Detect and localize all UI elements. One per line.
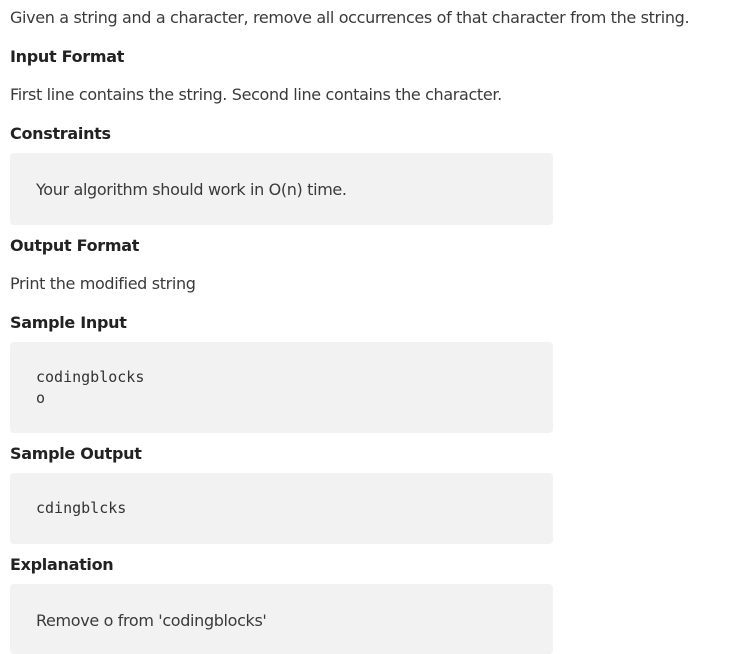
sample-input-line: codingblocks xyxy=(36,368,145,386)
sample-input-line: o xyxy=(36,389,46,407)
sample-output-line: cdingblcks xyxy=(36,499,127,517)
sample-output-heading: Sample Output xyxy=(10,444,142,463)
constraints-box: Your algorithm should work in O(n) time. xyxy=(10,153,553,225)
problem-statement: Given a string and a character, remove a… xyxy=(10,8,690,27)
explanation-box: Remove o from 'codingblocks' xyxy=(10,584,553,654)
constraints-text: Your algorithm should work in O(n) time. xyxy=(36,180,347,199)
explanation-heading: Explanation xyxy=(10,555,114,574)
sample-output-box: cdingblcks xyxy=(10,473,553,544)
input-format-text: First line contains the string. Second l… xyxy=(10,85,502,104)
input-format-heading: Input Format xyxy=(10,47,125,66)
explanation-text: Remove o from 'codingblocks' xyxy=(36,611,267,630)
sample-input-box: codingblocks o xyxy=(10,342,553,433)
sample-input-heading: Sample Input xyxy=(10,313,127,332)
output-format-heading: Output Format xyxy=(10,236,140,255)
constraints-heading: Constraints xyxy=(10,124,111,143)
output-format-text: Print the modified string xyxy=(10,274,196,293)
problem-page: Given a string and a character, remove a… xyxy=(0,0,736,654)
